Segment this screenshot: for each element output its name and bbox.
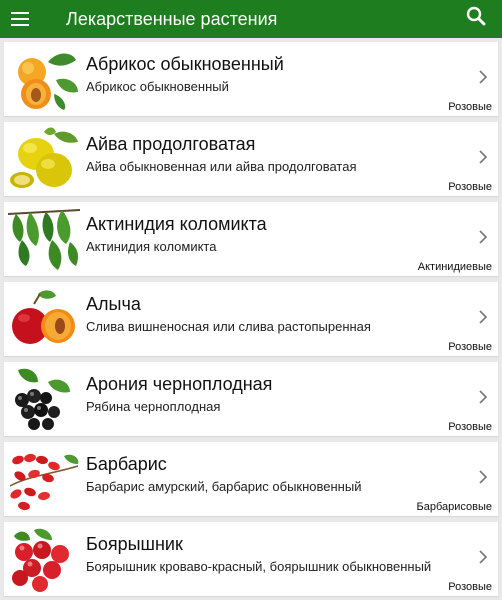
chevron-right-icon[interactable] <box>478 390 488 404</box>
plant-description: Абрикос обыкновенный <box>86 79 229 94</box>
plant-name: Айва продолговатая <box>86 134 256 154</box>
plant-family: Розовые <box>448 421 492 433</box>
plant-description: Актинидия коломикта <box>86 239 217 254</box>
chevron-right-icon[interactable] <box>478 310 488 324</box>
plant-family: Розовые <box>448 581 492 593</box>
apricot-image <box>8 46 80 112</box>
chevron-right-icon[interactable] <box>478 470 488 484</box>
plant-description: Слива вишненосная или слива растопыренна… <box>86 319 371 334</box>
search-icon[interactable] <box>462 3 490 31</box>
quince-image <box>8 126 80 192</box>
plant-description: Боярышник кроваво-красный, боярышник обы… <box>86 559 432 574</box>
plant-card[interactable]: Абрикос обыкновенный Абрикос обыкновенны… <box>4 42 498 116</box>
plant-card[interactable]: Барбарис Барбарис амурский, барбарис обы… <box>4 442 498 516</box>
plant-name: Актинидия коломикта <box>86 214 267 234</box>
plant-description: Айва обыкновенная или айва продолговатая <box>86 159 357 174</box>
chevron-right-icon[interactable] <box>478 150 488 164</box>
plant-name: Боярышник <box>86 534 183 554</box>
chevron-right-icon[interactable] <box>478 230 488 244</box>
plant-description: Барбарис амурский, барбарис обыкновенный <box>86 479 362 494</box>
plant-description: Рябина черноплодная <box>86 399 221 414</box>
plant-card[interactable]: Актинидия коломикта Актинидия коломикта … <box>4 202 498 276</box>
plant-family: Розовые <box>448 181 492 193</box>
plant-name: Барбарис <box>86 454 167 474</box>
plant-family: Актинидиевые <box>417 261 492 273</box>
plant-card[interactable]: Боярышник Боярышник кроваво-красный, боя… <box>4 522 498 596</box>
plant-family: Розовые <box>448 101 492 113</box>
app-bar: Лекарственные растения <box>0 0 502 38</box>
plant-card[interactable]: Айва продолговатая Айва обыкновенная или… <box>4 122 498 196</box>
plant-card[interactable]: Арония черноплодная Рябина черноплодная … <box>4 362 498 436</box>
chevron-right-icon[interactable] <box>478 70 488 84</box>
plant-family: Розовые <box>448 341 492 353</box>
cherry-plum-image <box>8 286 80 352</box>
app-title: Лекарственные растения <box>66 8 278 29</box>
hawthorn-image <box>8 526 80 592</box>
plant-family: Барбарисовые <box>416 501 493 513</box>
barberry-image <box>8 446 80 512</box>
hamburger-menu-icon[interactable] <box>0 0 40 38</box>
aronia-image <box>8 366 80 432</box>
chevron-right-icon[interactable] <box>478 550 488 564</box>
plant-name: Алыча <box>86 294 141 314</box>
plant-name: Арония черноплодная <box>86 374 273 394</box>
plant-card[interactable]: Алыча Слива вишненосная или слива растоп… <box>4 282 498 356</box>
plant-name: Абрикос обыкновенный <box>86 54 284 74</box>
plant-list: Абрикос обыкновенный Абрикос обыкновенны… <box>0 38 502 596</box>
actinidia-image <box>8 206 80 272</box>
